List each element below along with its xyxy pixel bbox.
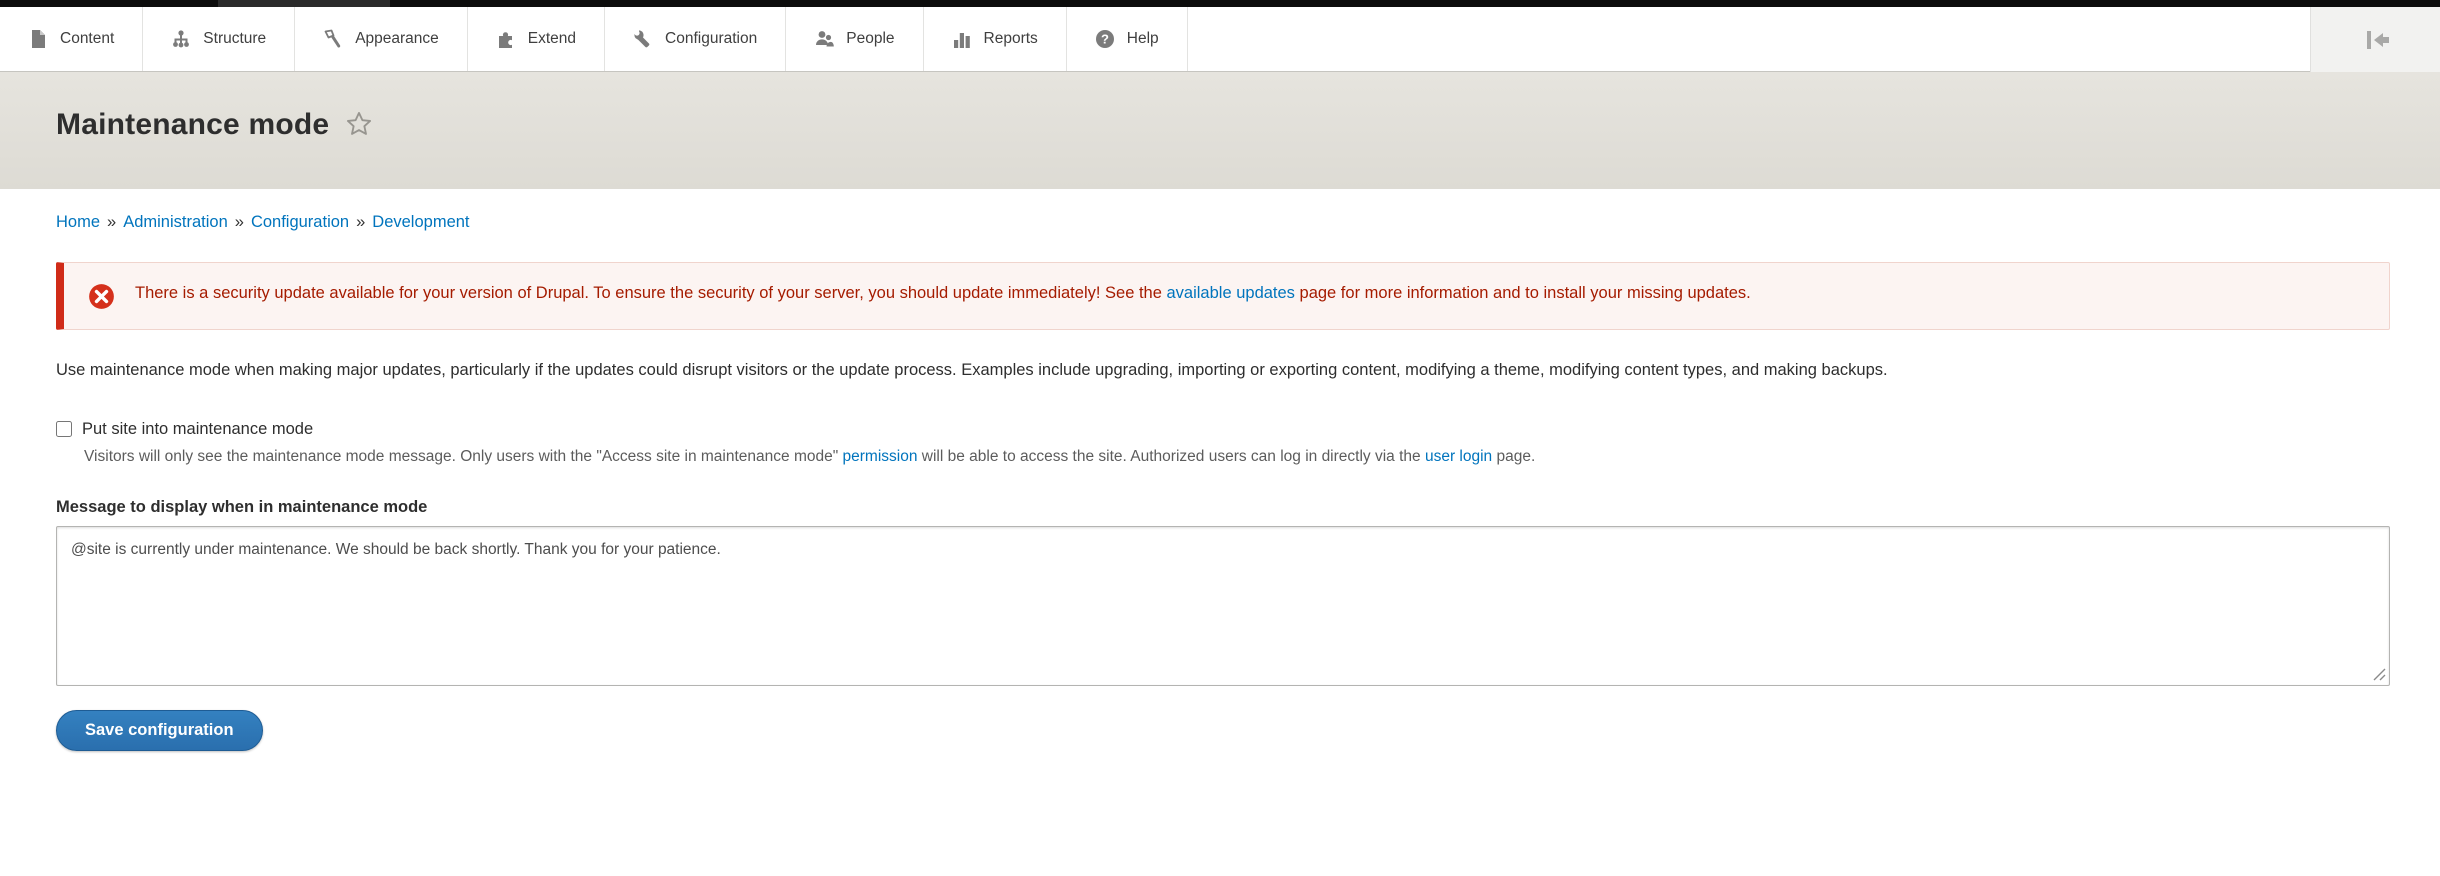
tab-extend[interactable]: Extend (468, 7, 605, 71)
tab-people-label: People (846, 30, 894, 48)
tab-content-label: Content (60, 30, 114, 48)
wrench-icon (633, 29, 653, 49)
page-title: Maintenance mode (56, 108, 329, 142)
user-login-link[interactable]: user login (1425, 448, 1492, 465)
svg-text:?: ? (1101, 32, 1109, 47)
breadcrumb-separator: » (107, 213, 116, 231)
file-icon (28, 29, 48, 49)
breadcrumb: Home » Administration » Configuration » Develo… (56, 213, 2390, 232)
star-outline-icon[interactable] (345, 110, 373, 138)
main-content: Home » Administration » Configuration » Develo… (0, 213, 2440, 791)
maintenance-mode-checkbox[interactable] (56, 421, 72, 437)
description-part-2: will be able to access the site. Authori… (917, 448, 1424, 465)
maintenance-message-textarea[interactable]: @site is currently under maintenance. We… (56, 526, 2390, 686)
error-text-before: There is a security update available for… (135, 284, 1167, 302)
description-part-1: Visitors will only see the maintenance m… (84, 448, 843, 465)
breadcrumb-administration[interactable]: Administration (123, 213, 228, 231)
maintenance-mode-description: Visitors will only see the maintenance m… (84, 445, 2390, 468)
permission-link[interactable]: permission (843, 448, 918, 465)
tab-reports[interactable]: Reports (924, 7, 1067, 71)
tab-reports-label: Reports (984, 30, 1038, 48)
message-field-label: Message to display when in maintenance m… (56, 498, 2390, 517)
save-configuration-button[interactable]: Save configuration (56, 710, 263, 751)
error-text-after: page for more information and to install… (1295, 284, 1751, 302)
bar-chart-icon (952, 29, 972, 49)
breadcrumb-separator: » (356, 213, 365, 231)
tab-content[interactable]: Content (0, 7, 143, 71)
tab-extend-label: Extend (528, 30, 576, 48)
tab-configuration-label: Configuration (665, 30, 757, 48)
breadcrumb-separator: » (235, 213, 244, 231)
error-message-text: There is a security update available for… (135, 282, 1751, 306)
textarea-resize-handle[interactable] (2373, 668, 2386, 681)
question-icon: ? (1095, 29, 1115, 49)
error-message: There is a security update available for… (56, 262, 2390, 330)
tab-structure[interactable]: Structure (143, 7, 295, 71)
tab-people[interactable]: People (786, 7, 923, 71)
collapse-left-icon (2359, 28, 2393, 52)
admin-toolbar-bar (0, 0, 2440, 7)
maintenance-mode-field: Put site into maintenance mode (56, 420, 2390, 439)
page-header: Maintenance mode (0, 72, 2440, 189)
tab-help-label: Help (1127, 30, 1159, 48)
people-icon (814, 29, 834, 49)
breadcrumb-configuration[interactable]: Configuration (251, 213, 349, 231)
message-field-wrapper: @site is currently under maintenance. We… (56, 526, 2390, 686)
paintbrush-icon (323, 29, 343, 49)
puzzle-icon (496, 29, 516, 49)
tab-structure-label: Structure (203, 30, 266, 48)
description-part-3: page. (1492, 448, 1535, 465)
maintenance-intro-text: Use maintenance mode when making major u… (56, 358, 2390, 384)
tab-configuration[interactable]: Configuration (605, 7, 786, 71)
breadcrumb-development[interactable]: Development (372, 213, 469, 231)
error-icon (88, 283, 115, 310)
tab-help[interactable]: ? Help (1067, 7, 1188, 71)
toolbar-collapse-button[interactable] (2310, 7, 2440, 72)
admin-toolbar-tray: Content Structure Appearance Extend (0, 7, 2440, 72)
available-updates-link[interactable]: available updates (1167, 284, 1295, 302)
maintenance-mode-label[interactable]: Put site into maintenance mode (82, 420, 313, 439)
sitemap-icon (171, 29, 191, 49)
tab-appearance-label: Appearance (355, 30, 439, 48)
breadcrumb-home[interactable]: Home (56, 213, 100, 231)
admin-toolbar-highlight (218, 0, 390, 7)
tab-appearance[interactable]: Appearance (295, 7, 468, 71)
